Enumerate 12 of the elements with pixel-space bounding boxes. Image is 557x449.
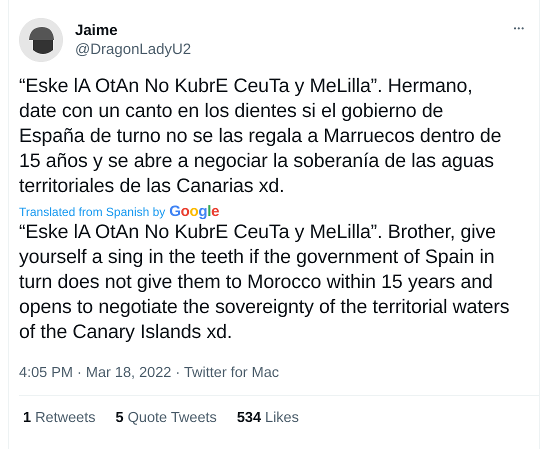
stat-link[interactable]: 1 Retweets (23, 410, 96, 426)
tweet-text: “Eske lA OtAn No KubrE CeuTa y MeLilla”. Hermano, date con un canto en los dientes si el gobierno de España de turno no se las regala a Marruecos dentro de 15 años y se abre a negociar la soberanía de las aguas territoriales de las Canarias xd. (19, 74, 502, 199)
more-button[interactable]: ••• (514, 24, 525, 33)
tweet-timestamp: 4:05 PM · Mar 18, 2022 · Twitter for Mac (19, 365, 280, 381)
stat-link[interactable]: 5 Quote Tweets (116, 410, 217, 426)
translated-text: “Eske lA OtAn No KubrE CeuTa y MeLilla”. Brother, give yourself a sing in the teeth if the government of Spain in turn does not give them to Morocco within 15 years and opens to negotiate the sovereignty of the territorial waters of the Canary Islands xd. (19, 220, 510, 345)
google-logo: Google (169, 203, 220, 220)
translation-label: Translated from Spanish by (19, 205, 166, 219)
stat-link[interactable]: 534 Likes (236, 410, 299, 426)
avatar-icon[interactable] (19, 18, 63, 62)
author-name[interactable]: Jaime (75, 22, 118, 39)
author-handle[interactable]: @DragonLadyU2 (75, 41, 192, 58)
